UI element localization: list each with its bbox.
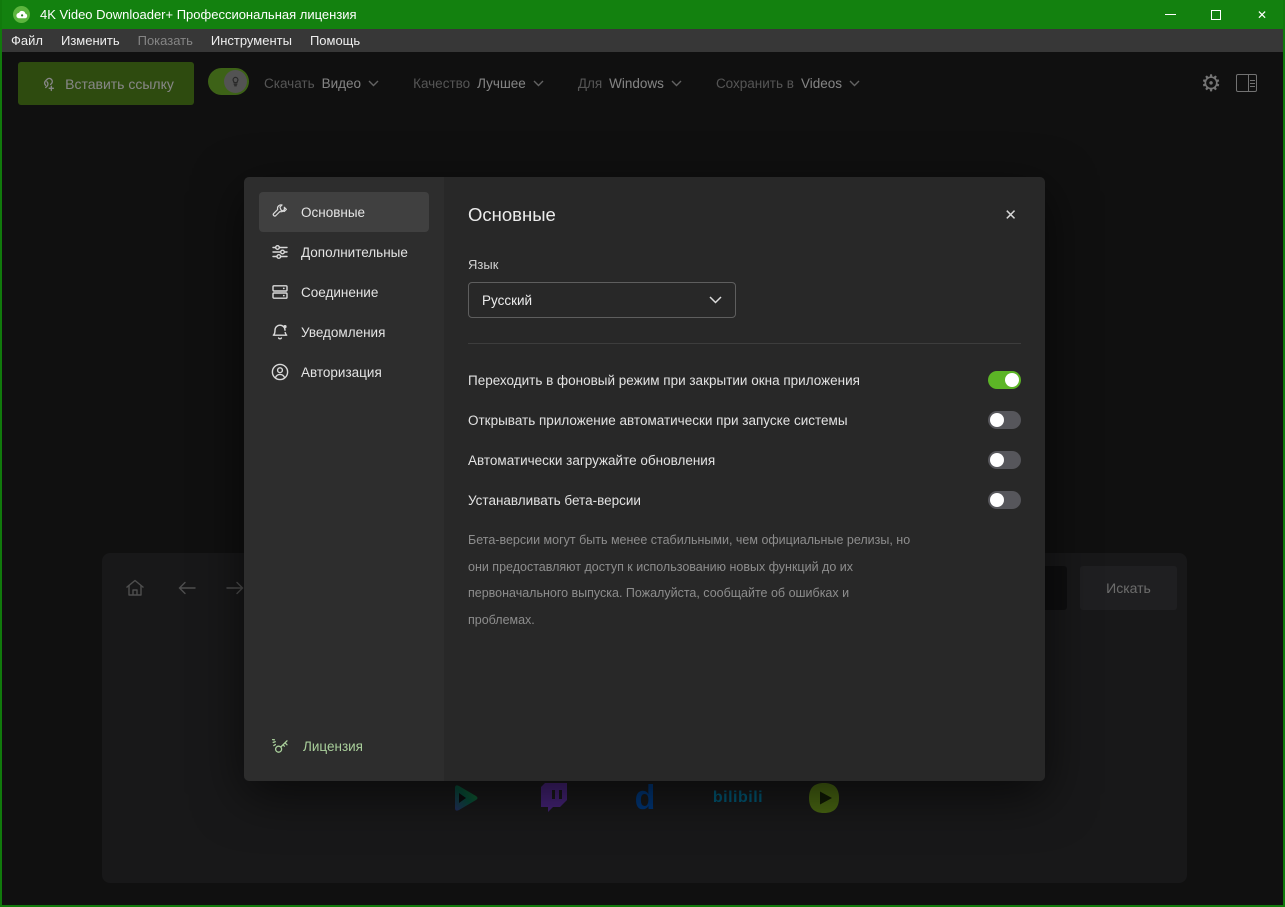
nav-item-label: Соединение [301, 285, 378, 300]
nav-item-connection[interactable]: Соединение [259, 272, 429, 312]
nav-item-label: Уведомления [301, 325, 385, 340]
close-settings-button[interactable]: ✕ [1000, 206, 1021, 225]
minimize-icon [1165, 14, 1176, 15]
menu-tools[interactable]: Инструменты [202, 29, 301, 52]
setting-row-background-mode: Переходить в фоновый режим при закрытии … [468, 360, 1021, 400]
app-logo-icon [13, 6, 30, 23]
section-divider [468, 343, 1021, 344]
maximize-icon [1211, 10, 1221, 20]
maximize-button[interactable] [1193, 0, 1239, 29]
setting-row-auto-updates: Автоматически загружайте обновления [468, 440, 1021, 480]
close-window-icon: ✕ [1257, 8, 1267, 22]
settings-panel-general: Основные ✕ Язык Русский Переходить в фон… [444, 177, 1045, 781]
toggle-beta-versions[interactable] [988, 491, 1021, 509]
setting-label: Открывать приложение автоматически при з… [468, 413, 848, 428]
close-icon: ✕ [1004, 207, 1017, 224]
nav-item-authorization[interactable]: Авторизация [259, 352, 429, 392]
license-label: Лицензия [303, 739, 363, 754]
nav-item-label: Дополнительные [301, 245, 408, 260]
setting-row-autostart: Открывать приложение автоматически при з… [468, 400, 1021, 440]
menu-bar: Файл Изменить Показать Инструменты Помощ… [0, 29, 1285, 52]
nav-item-advanced[interactable]: Дополнительные [259, 232, 429, 272]
setting-row-beta-versions: Устанавливать бета-версии [468, 480, 1021, 520]
language-label: Язык [468, 257, 1021, 272]
nav-item-notifications[interactable]: Уведомления [259, 312, 429, 352]
wrench-icon [270, 202, 290, 222]
toggle-auto-updates[interactable] [988, 451, 1021, 469]
toggle-background-mode[interactable] [988, 371, 1021, 389]
close-window-button[interactable]: ✕ [1239, 0, 1285, 29]
language-value: Русский [482, 293, 532, 308]
title-bar: 4K Video Downloader+ Профессиональная ли… [0, 0, 1285, 29]
nav-item-label: Авторизация [301, 365, 382, 380]
language-select[interactable]: Русский [468, 282, 736, 318]
settings-panel-title: Основные [468, 204, 556, 226]
key-icon [270, 735, 292, 757]
sliders-icon [270, 242, 290, 262]
nav-item-general[interactable]: Основные [259, 192, 429, 232]
app-window: 4K Video Downloader+ Профессиональная ли… [0, 0, 1285, 907]
nav-item-label: Основные [301, 205, 365, 220]
app-body: Вставить ссылку Скачать Видео Качество Л… [2, 52, 1283, 905]
bell-icon [270, 322, 290, 342]
server-icon [270, 282, 290, 302]
settings-dialog: Основные Дополнительные Соединение [244, 177, 1045, 781]
menu-help[interactable]: Помощь [301, 29, 369, 52]
minimize-button[interactable] [1147, 0, 1193, 29]
beta-note-text: Бета-версии могут быть менее стабильными… [468, 527, 918, 633]
menu-file[interactable]: Файл [2, 29, 52, 52]
chevron-down-icon [709, 296, 722, 304]
settings-nav: Основные Дополнительные Соединение [244, 177, 444, 781]
license-button[interactable]: Лицензия [259, 726, 429, 766]
menu-edit[interactable]: Изменить [52, 29, 129, 52]
toggle-autostart[interactable] [988, 411, 1021, 429]
setting-label: Переходить в фоновый режим при закрытии … [468, 373, 860, 388]
menu-view[interactable]: Показать [129, 29, 202, 52]
setting-label: Автоматически загружайте обновления [468, 453, 715, 468]
person-icon [270, 362, 290, 382]
setting-label: Устанавливать бета-версии [468, 493, 641, 508]
window-title: 4K Video Downloader+ Профессиональная ли… [40, 7, 357, 22]
